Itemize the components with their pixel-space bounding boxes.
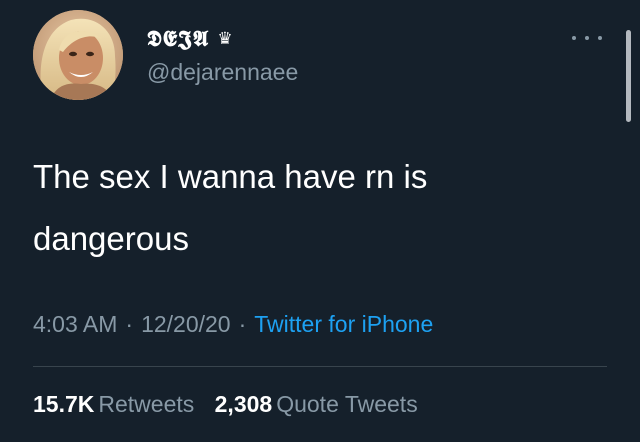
retweets-label: Retweets [98,391,195,417]
more-dot [598,36,602,40]
more-horizontal-icon[interactable] [572,30,602,46]
quote-tweets-count: 2,308 [214,391,273,417]
quote-tweets-stat[interactable]: 2,308 Quote Tweets [215,388,418,420]
tweet-date[interactable]: 12/20/20 [141,311,231,337]
tweet-source-link[interactable]: Twitter for iPhone [254,311,433,337]
crown-icon: ♛ [217,29,234,49]
more-dot [585,36,589,40]
user-handle[interactable]: @dejarennaee [147,58,298,86]
display-name-text: 𝕯𝕰𝕵𝕬 [147,26,210,52]
more-dot [572,36,576,40]
scrollbar[interactable] [626,30,631,122]
divider [33,366,607,367]
tweet-time[interactable]: 4:03 AM [33,311,117,337]
meta-separator: · [238,311,247,337]
tweet-detail: 𝕯𝕰𝕵𝕬 ♛ @dejarennaee The sex I wanna have… [0,0,640,442]
retweets-stat[interactable]: 15.7K Retweets [33,388,194,420]
retweets-count: 15.7K [33,391,95,417]
tweet-stats: 15.7K Retweets 2,308 Quote Tweets [33,388,432,420]
meta-separator: · [125,311,134,337]
tweet-text: The sex I wanna have rn is dangerous [33,158,428,257]
avatar[interactable] [33,10,123,100]
tweet-metadata: 4:03 AM · 12/20/20 · Twitter for iPhone [33,308,433,340]
profile-photo-image [33,10,123,100]
quote-tweets-label: Quote Tweets [276,391,418,417]
display-name[interactable]: 𝕯𝕰𝕵𝕬 ♛ [147,26,234,52]
